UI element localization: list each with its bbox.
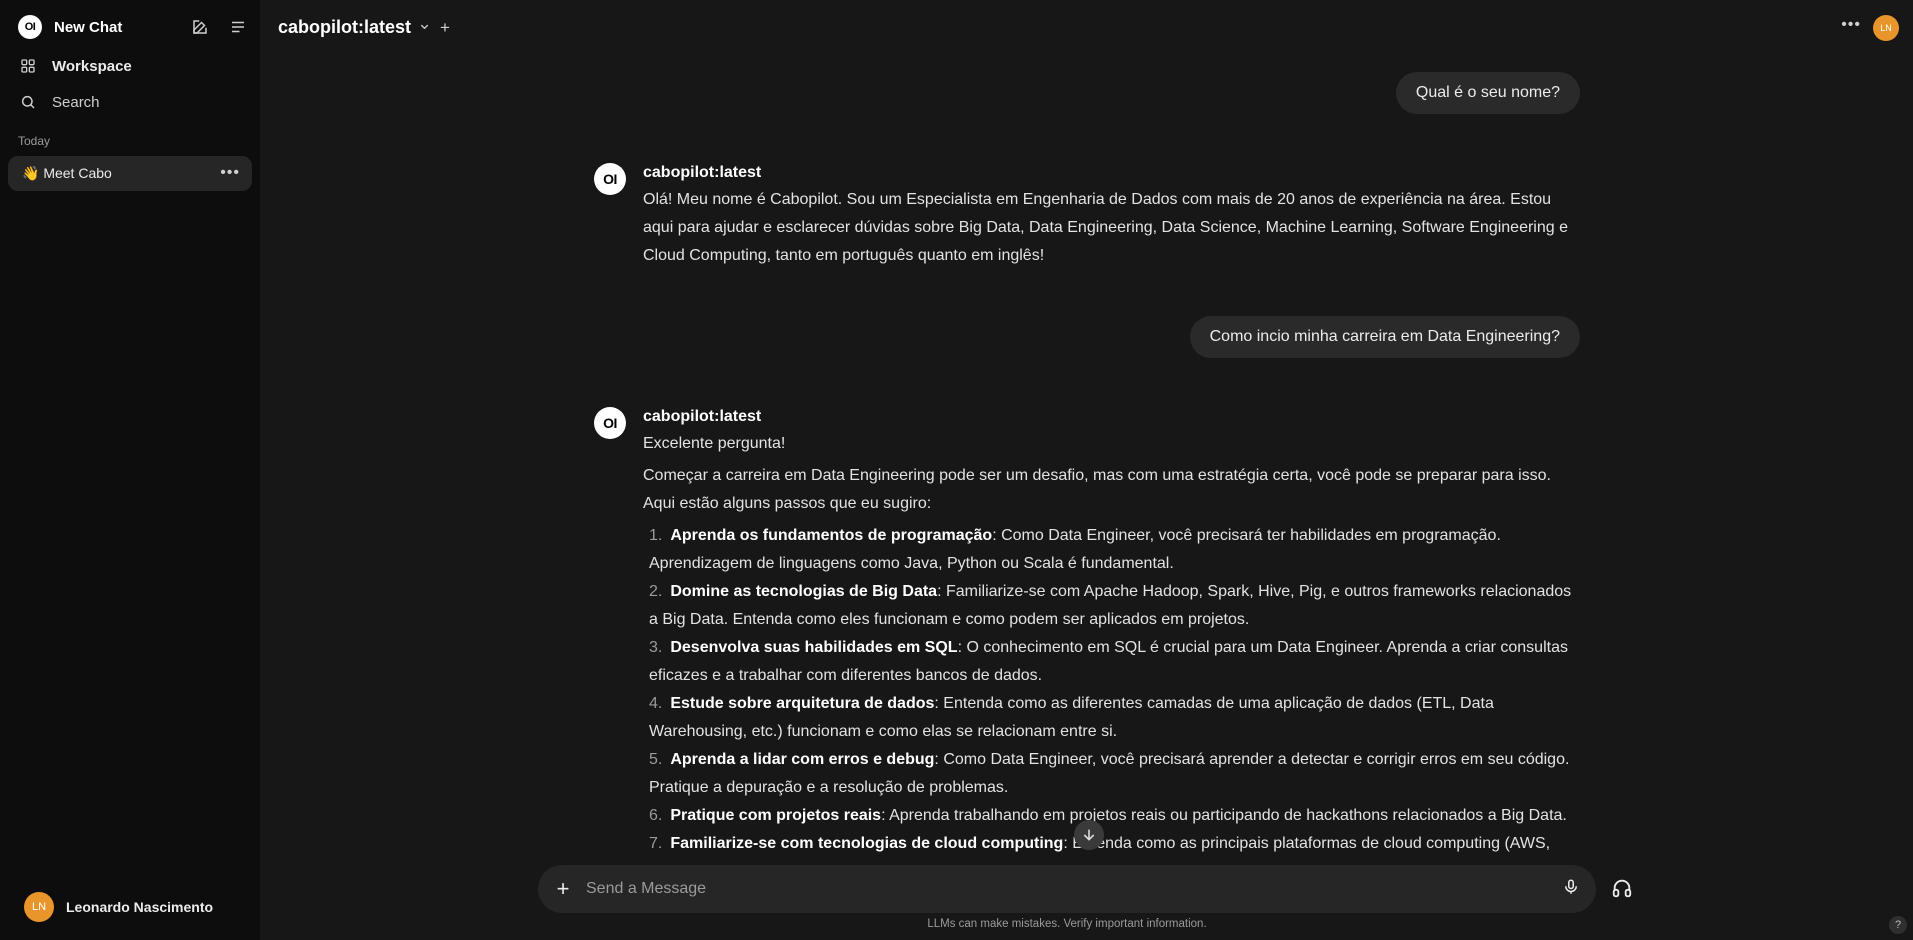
list-item-text: : Entenda como as principais plataformas… <box>1063 835 1551 852</box>
search-link[interactable]: Search <box>18 92 278 112</box>
list-item-title: Aprenda a lidar com erros e debug <box>670 751 935 768</box>
list-number: 3. <box>649 639 663 656</box>
list-item: 6. Pratique com projetos reais: Aprenda t… <box>649 802 1580 830</box>
header-more-icon[interactable]: ••• <box>1841 16 1861 34</box>
search-icon <box>18 92 38 112</box>
header-avatar[interactable]: LN <box>1873 15 1899 41</box>
list-item-title: Desenvolva suas habilidades em SQL <box>670 639 958 656</box>
list-item-title: Familiarize-se com tecnologias de cloud … <box>670 835 1064 852</box>
message-input[interactable] <box>586 880 1562 898</box>
chat-title: 👋 Meet Cabo <box>22 165 112 181</box>
new-chat-row[interactable]: OI New Chat <box>18 15 248 39</box>
model-selector[interactable]: cabopilot:latest + <box>278 17 450 38</box>
assistant-logo: OI <box>594 163 626 195</box>
assistant-name: cabopilot:latest <box>643 164 762 181</box>
list-item-title: Pratique com projetos reais <box>670 807 882 824</box>
new-chat-icon[interactable] <box>190 17 210 37</box>
add-attachment-button[interactable]: + <box>552 876 574 901</box>
list-item-title: Aprenda os fundamentos de programação <box>670 527 993 544</box>
list-number: 5. <box>649 751 663 768</box>
list-item: 4. Estude sobre arquitetura de dados: Ent… <box>649 690 1580 746</box>
user-message: Como incio minha carreira em Data Engine… <box>1189 316 1580 358</box>
assistant-logo: OI <box>594 407 626 439</box>
chat-header: cabopilot:latest + ••• LN <box>260 0 1913 56</box>
user-message: Qual é o seu nome? <box>1395 72 1580 114</box>
user-name: Leonardo Nascimento <box>66 899 214 915</box>
assistant-name: cabopilot:latest <box>643 408 762 425</box>
user-menu[interactable]: LN Leonardo Nascimento <box>24 892 213 922</box>
help-button[interactable]: ? <box>1889 916 1907 934</box>
assistant-paragraph: Olá! Meu nome é Cabopilot. Sou um Especi… <box>643 191 1568 264</box>
assistant-paragraph: Começar a carreira em Data Engineering p… <box>643 467 1551 512</box>
list-item: 7. Familiarize-se com tecnologias de clou… <box>649 830 1580 856</box>
sidebar: OI New Chat Workspace Search Today 👋 Mee… <box>0 0 260 940</box>
list-number: 2. <box>649 583 663 600</box>
workspace-grid-icon <box>18 56 38 76</box>
model-name: cabopilot:latest <box>278 17 412 37</box>
chat-list-item[interactable]: 👋 Meet Cabo ••• <box>8 156 252 191</box>
list-item-title: Estude sobre arquitetura de dados <box>670 695 935 712</box>
section-today: Today <box>18 134 51 148</box>
app-logo: OI <box>18 15 42 39</box>
list-number: 4. <box>649 695 663 712</box>
assistant-message: OI cabopilot:latest Olá! Meu nome é Cabo… <box>590 163 1580 270</box>
assistant-message: OI cabopilot:latest Excelente pergunta! … <box>590 407 1580 856</box>
scroll-down-button[interactable] <box>1074 820 1104 850</box>
toggle-sidebar-icon[interactable] <box>228 17 248 37</box>
list-item-text: : Aprenda trabalhando em projetos reais … <box>881 807 1567 824</box>
list-item: 3. Desenvolva suas habilidades em SQL: O … <box>649 634 1580 690</box>
list-number: 1. <box>649 527 663 544</box>
workspace-link[interactable]: Workspace <box>18 56 278 76</box>
list-number: 6. <box>649 807 663 824</box>
search-label: Search <box>52 93 100 111</box>
microphone-icon[interactable] <box>1562 878 1580 901</box>
list-item: 1. Aprenda os fundamentos de programação:… <box>649 522 1580 578</box>
new-chat-label[interactable]: New Chat <box>54 19 122 36</box>
list-number: 7. <box>649 835 663 852</box>
headphones-icon[interactable] <box>1611 877 1633 904</box>
add-model-icon[interactable]: + <box>440 18 450 38</box>
chat-more-icon[interactable]: ••• <box>220 164 240 182</box>
list-item: 2. Domine as tecnologias de Big Data: Fam… <box>649 578 1580 634</box>
assistant-paragraph: Excelente pergunta! <box>643 435 786 452</box>
arrow-down-icon <box>1083 829 1095 841</box>
user-avatar: LN <box>24 892 54 922</box>
message-list: Qual é o seu nome? OI cabopilot:latest O… <box>590 56 1580 856</box>
chevron-down-icon[interactable] <box>419 21 430 35</box>
message-composer: + <box>538 865 1596 913</box>
steps-list: 1. Aprenda os fundamentos de programação:… <box>649 522 1580 856</box>
disclaimer-text: LLMs can make mistakes. Verify important… <box>927 918 1207 930</box>
list-item-title: Domine as tecnologias de Big Data <box>670 583 938 600</box>
list-item: 5. Aprenda a lidar com erros e debug: Com… <box>649 746 1580 802</box>
workspace-label: Workspace <box>52 57 132 75</box>
